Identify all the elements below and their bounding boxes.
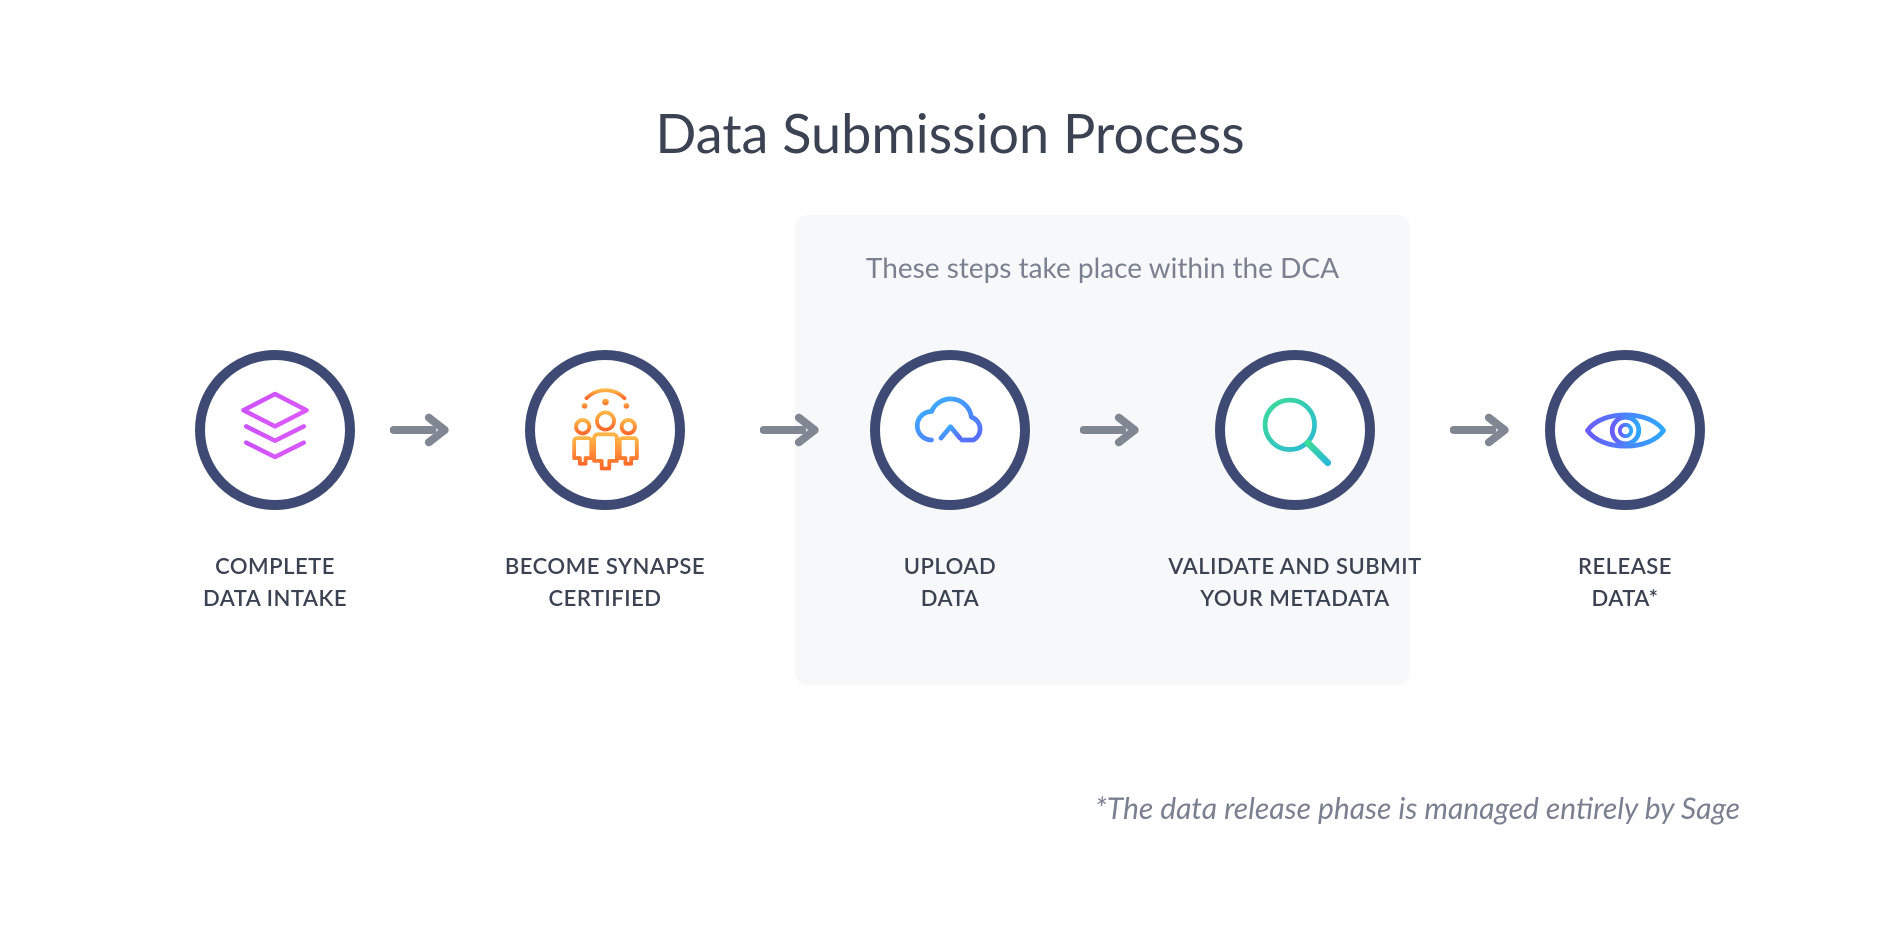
- step-label: BECOME SYNAPSE CERTIFIED: [505, 550, 705, 614]
- arrow-icon: [760, 350, 820, 510]
- step-label: COMPLETE DATA INTAKE: [203, 550, 347, 614]
- step-circle: [870, 350, 1030, 510]
- step-release-data: RELEASE DATA*: [1510, 350, 1740, 614]
- step-circle: [1545, 350, 1705, 510]
- diagram-page: Data Submission Process These steps take…: [0, 0, 1900, 936]
- step-label: UPLOAD DATA: [904, 550, 997, 614]
- step-circle: [1215, 350, 1375, 510]
- arrow-icon: [390, 350, 450, 510]
- step-circle: [195, 350, 355, 510]
- arrow-icon: [1450, 350, 1510, 510]
- step-validate-submit-metadata: VALIDATE AND SUBMIT YOUR METADATA: [1140, 350, 1450, 614]
- arrow-icon: [1080, 350, 1140, 510]
- eye-icon: [1578, 383, 1673, 478]
- layers-icon: [230, 385, 320, 475]
- step-become-synapse-certified: BECOME SYNAPSE CERTIFIED: [450, 350, 760, 614]
- magnify-plus-icon: [1248, 383, 1343, 478]
- step-label: VALIDATE AND SUBMIT YOUR METADATA: [1168, 550, 1421, 614]
- cloud-upload-icon: [903, 383, 998, 478]
- step-circle: [525, 350, 685, 510]
- people-icon: [558, 383, 653, 478]
- diagram-title: Data Submission Process: [0, 100, 1900, 165]
- step-complete-data-intake: COMPLETE DATA INTAKE: [160, 350, 390, 614]
- step-label: RELEASE DATA*: [1578, 550, 1672, 614]
- dca-caption: These steps take place within the DCA: [795, 250, 1410, 284]
- footnote: *The data release phase is managed entir…: [1095, 790, 1740, 826]
- step-upload-data: UPLOAD DATA: [820, 350, 1080, 614]
- process-flow: COMPLETE DATA INTAKE: [0, 350, 1900, 614]
